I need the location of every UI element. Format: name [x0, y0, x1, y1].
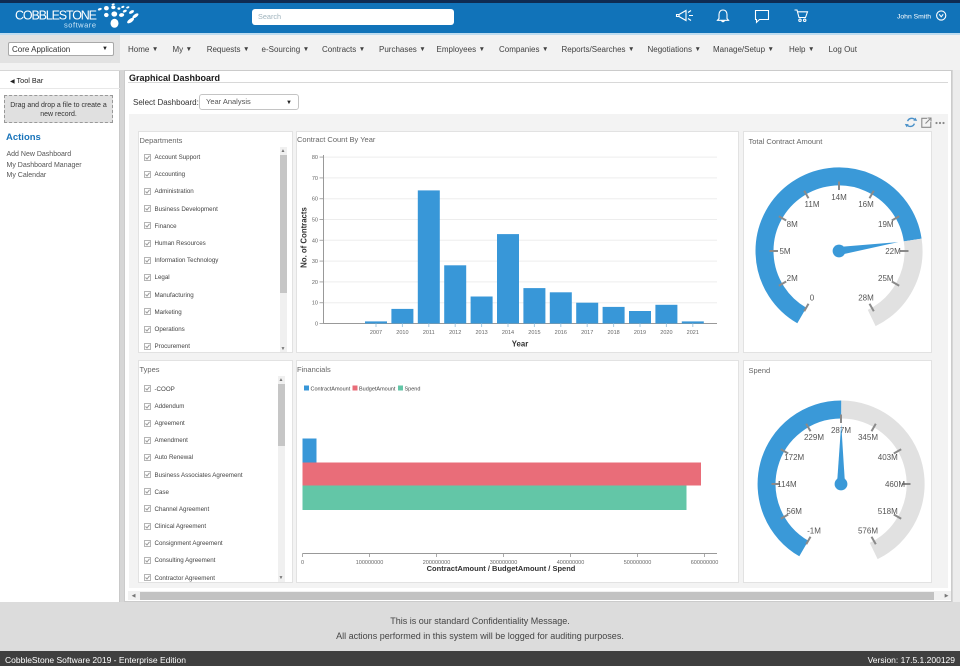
svg-text:80: 80 — [312, 155, 318, 161]
svg-text:Year: Year — [512, 340, 528, 349]
svg-text:30: 30 — [312, 259, 318, 265]
svg-text:10: 10 — [312, 301, 318, 307]
svg-text:229M: 229M — [804, 433, 824, 442]
svg-text:22M: 22M — [885, 247, 901, 256]
svg-text:460M: 460M — [885, 480, 905, 489]
svg-text:19M: 19M — [878, 220, 894, 229]
svg-text:2015: 2015 — [528, 330, 540, 336]
svg-text:-1M: -1M — [807, 527, 821, 536]
svg-text:No. of Contracts: No. of Contracts — [300, 207, 309, 268]
svg-text:2016: 2016 — [555, 330, 567, 336]
svg-text:11M: 11M — [805, 200, 820, 209]
svg-text:100000000: 100000000 — [356, 560, 384, 566]
svg-text:16M: 16M — [858, 200, 874, 209]
svg-text:5M: 5M — [779, 247, 790, 256]
svg-text:518M: 518M — [878, 507, 898, 516]
svg-text:20: 20 — [312, 280, 318, 286]
svg-text:28M: 28M — [858, 294, 874, 303]
svg-text:2007: 2007 — [370, 330, 382, 336]
svg-text:576M: 576M — [858, 527, 878, 536]
svg-text:2018: 2018 — [607, 330, 619, 336]
svg-text:ContractAmount / BudgetAmount: ContractAmount / BudgetAmount / Spend — [427, 564, 576, 573]
svg-text:2012: 2012 — [449, 330, 461, 336]
svg-text:2019: 2019 — [634, 330, 646, 336]
svg-text:2020: 2020 — [660, 330, 672, 336]
svg-text:8M: 8M — [787, 220, 798, 229]
svg-text:2021: 2021 — [687, 330, 699, 336]
svg-text:114M: 114M — [777, 480, 797, 489]
svg-text:ContractAmount: ContractAmount — [311, 386, 351, 392]
svg-text:50: 50 — [312, 218, 318, 224]
svg-text:2017: 2017 — [581, 330, 593, 336]
svg-text:40: 40 — [312, 238, 318, 244]
svg-text:403M: 403M — [878, 453, 898, 462]
svg-text:0: 0 — [315, 322, 318, 328]
svg-text:2010: 2010 — [396, 330, 408, 336]
svg-text:60: 60 — [312, 197, 318, 203]
svg-text:14M: 14M — [831, 193, 847, 202]
svg-text:172M: 172M — [784, 453, 804, 462]
svg-text:70: 70 — [312, 176, 318, 182]
svg-text:BudgetAmount: BudgetAmount — [359, 386, 396, 392]
svg-text:500000000: 500000000 — [624, 560, 652, 566]
svg-text:Spend: Spend — [405, 386, 421, 392]
svg-text:2014: 2014 — [502, 330, 514, 336]
svg-text:600000000: 600000000 — [691, 560, 719, 566]
svg-text:2013: 2013 — [475, 330, 487, 336]
svg-text:2M: 2M — [787, 274, 798, 283]
svg-text:56M: 56M — [786, 507, 802, 516]
svg-text:345M: 345M — [858, 433, 878, 442]
svg-text:0: 0 — [301, 560, 304, 566]
svg-text:25M: 25M — [878, 274, 894, 283]
svg-text:2011: 2011 — [423, 330, 435, 336]
svg-text:0: 0 — [810, 294, 815, 303]
